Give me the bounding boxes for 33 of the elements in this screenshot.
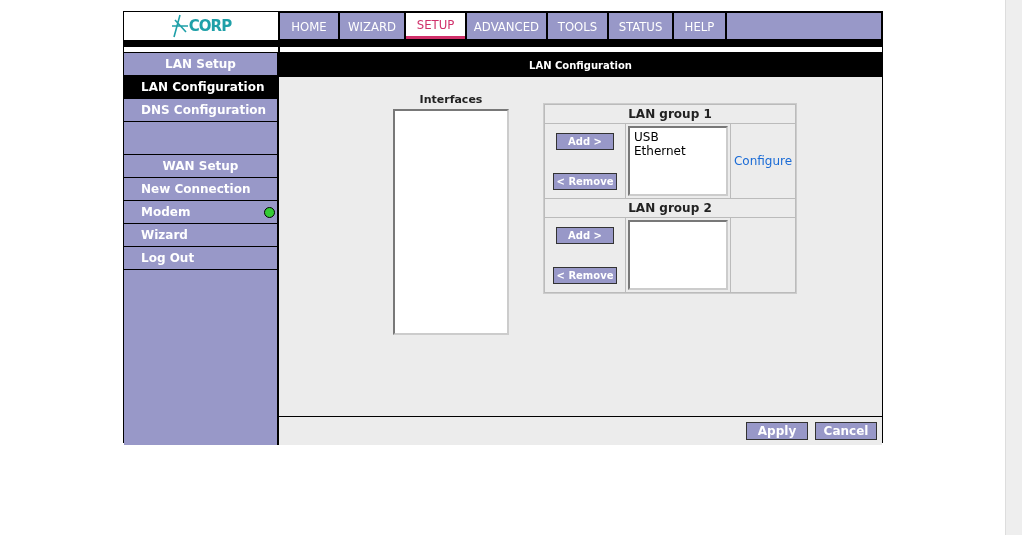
group-list[interactable]: USB Ethernet	[628, 126, 728, 196]
scrollbar[interactable]	[1005, 0, 1022, 535]
group-list[interactable]	[628, 220, 728, 290]
nav-tab[interactable]: TOOLS	[548, 13, 607, 39]
sidebar-item[interactable]: Modem	[124, 201, 277, 224]
sidebar-item[interactable]: Wizard	[124, 224, 277, 247]
add-button[interactable]: Add >	[556, 132, 614, 150]
list-item[interactable]: Ethernet	[634, 144, 722, 158]
configure-link[interactable]: Configure	[733, 154, 793, 168]
star-icon	[170, 14, 189, 38]
nav-tab[interactable]: HOME	[280, 13, 338, 39]
sidebar-item[interactable]: DNS Configuration	[124, 99, 277, 122]
footer-button[interactable]: Apply	[746, 422, 808, 440]
list-label: Interfaces	[419, 93, 483, 106]
nav-tab[interactable]: HELP	[674, 13, 725, 39]
logo-text: CORP	[188, 17, 232, 35]
remove-button[interactable]: < Remove	[552, 266, 618, 284]
group-heading: LAN group 2	[545, 199, 795, 217]
nav-tab[interactable]: STATUS	[609, 13, 672, 39]
sidebar-heading: WAN Setup	[124, 155, 277, 178]
sidebar-item[interactable]: New Connection	[124, 178, 277, 201]
page-title: LAN Configuration	[279, 53, 882, 77]
list-item[interactable]: USB	[634, 130, 722, 144]
nav-tab[interactable]: WIZARD	[340, 13, 404, 39]
interfaces-list[interactable]	[393, 109, 509, 335]
sidebar-item[interactable]: Log Out	[124, 247, 277, 270]
sidebar-item[interactable]: LAN Configuration	[124, 76, 277, 99]
footer-button[interactable]: Cancel	[815, 422, 877, 440]
remove-button[interactable]: < Remove	[552, 172, 618, 190]
nav-tab[interactable]: SETUP	[406, 13, 465, 39]
nav-tab[interactable]: ADVANCED	[467, 13, 546, 39]
group-heading: LAN group 1	[545, 105, 795, 123]
add-button[interactable]: Add >	[556, 226, 614, 244]
